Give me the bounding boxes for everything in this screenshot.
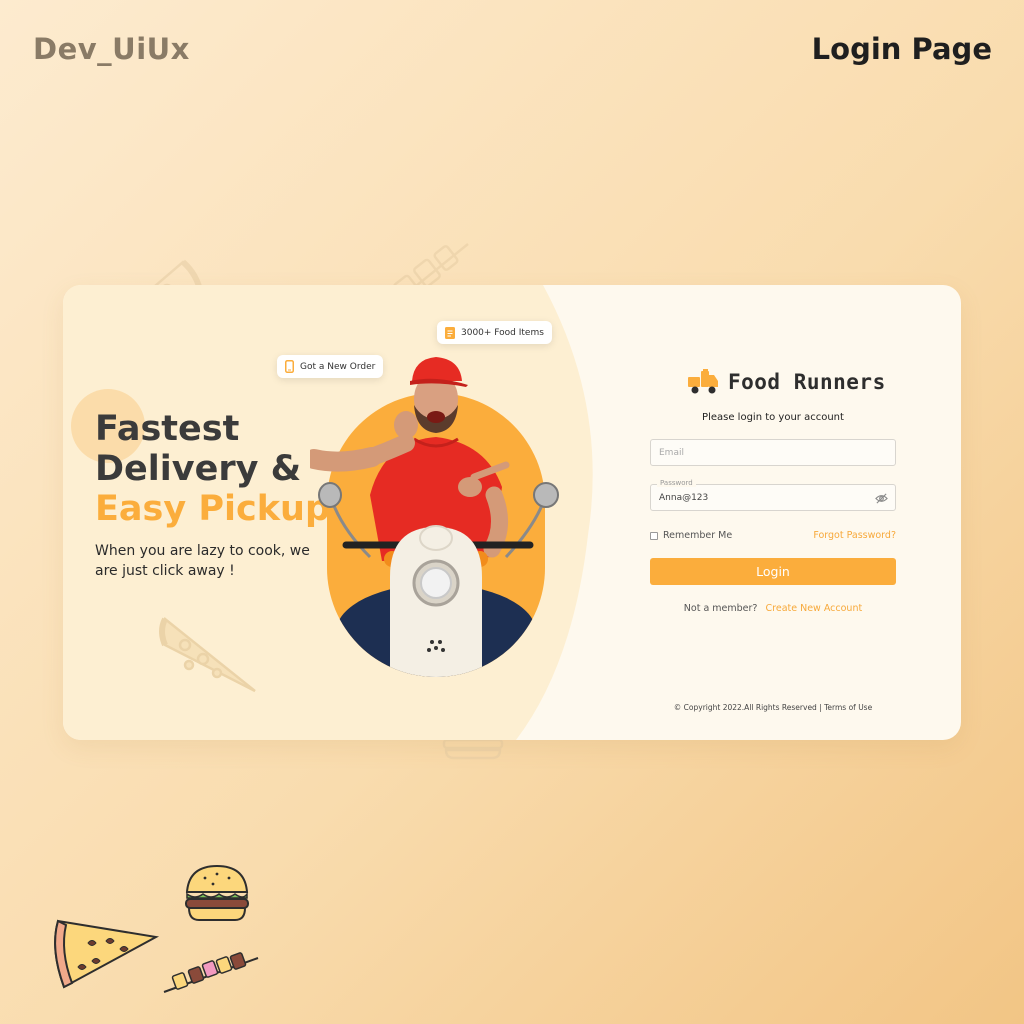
app-logo: Food Runners <box>688 369 886 395</box>
password-input[interactable] <box>651 485 895 511</box>
login-panel: Food Runners Please login to your accoun… <box>650 285 896 740</box>
food-items-chip: 3000+ Food Items <box>437 321 552 344</box>
phone-icon <box>285 360 294 373</box>
signup-row: Not a member? Create New Account <box>650 603 896 614</box>
menu-book-icon <box>445 326 455 339</box>
create-account-link[interactable]: Create New Account <box>766 603 863 614</box>
remember-me[interactable]: Remember Me <box>650 530 732 541</box>
not-member-text: Not a member? <box>683 603 758 614</box>
app-name: Food Runners <box>728 370 886 394</box>
hero-title-line3: Easy Pickup <box>95 489 331 529</box>
kebab-icon <box>163 952 259 993</box>
forgot-password-link[interactable]: Forgot Password? <box>813 530 896 541</box>
login-subtitle: Please login to your account <box>702 412 844 423</box>
new-order-label: Got a New Order <box>300 361 376 372</box>
email-input[interactable] <box>651 440 895 466</box>
hero-subtitle: When you are lazy to cook, we are just c… <box>95 543 310 579</box>
hero-title-line1: Fastest <box>95 409 240 449</box>
copyright-footer: © Copyright 2022.All Rights Reserved | T… <box>673 703 873 712</box>
hero-title: Fastest Delivery & Easy Pickup <box>95 409 330 529</box>
pizza-icon <box>54 919 160 989</box>
brand-top: Dev_UiUx <box>33 32 190 66</box>
login-card: Fastest Delivery & Easy Pickup When you … <box>63 285 961 740</box>
hero-title-line2: Delivery & <box>95 449 302 489</box>
remember-label: Remember Me <box>663 530 733 541</box>
password-field: Password <box>650 479 896 511</box>
login-button[interactable]: Login <box>650 558 896 585</box>
burger-icon <box>185 864 249 921</box>
remember-checkbox[interactable] <box>650 531 658 540</box>
eye-off-icon[interactable] <box>875 492 888 505</box>
new-order-chip: Got a New Order <box>277 355 384 378</box>
delivery-person-image <box>310 357 559 677</box>
food-items-label: 3000+ Food Items <box>461 327 544 338</box>
email-field <box>650 439 896 466</box>
password-label: Password <box>657 479 696 487</box>
pizza-icon <box>159 617 256 693</box>
page-label: Login Page <box>811 32 992 66</box>
delivery-truck-icon <box>688 369 718 394</box>
